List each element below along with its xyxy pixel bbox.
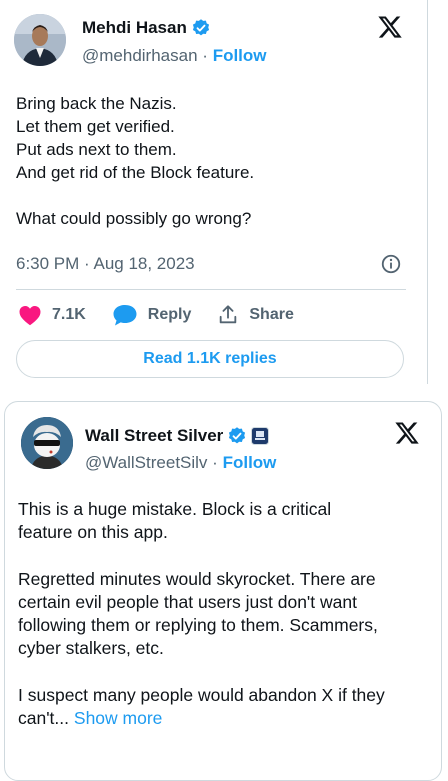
timestamp[interactable]: 6:30 PM · Aug 18, 2023 bbox=[16, 253, 195, 275]
avatar[interactable] bbox=[21, 417, 73, 469]
separator: · bbox=[202, 46, 208, 65]
follow-button[interactable]: Follow bbox=[213, 46, 267, 65]
tweet-line: And get rid of the Block feature. bbox=[16, 163, 255, 182]
info-icon[interactable] bbox=[380, 253, 402, 275]
truncated-text: can't... bbox=[18, 708, 70, 729]
tweet-line: cyber stalkers, etc. bbox=[18, 638, 164, 659]
follow-button[interactable]: Follow bbox=[223, 453, 277, 472]
tweet-line: certain evil people that users just don'… bbox=[18, 591, 357, 612]
tweet-line: Bring back the Nazis. bbox=[16, 94, 177, 113]
tweet-line: Let them get verified. bbox=[16, 117, 175, 136]
like-button[interactable]: 7.1K bbox=[18, 304, 86, 326]
x-logo-icon[interactable] bbox=[394, 420, 420, 446]
avatar-illustration bbox=[21, 417, 73, 469]
handle[interactable]: @WallStreetSilv bbox=[85, 453, 207, 472]
author-name-line[interactable]: Mehdi Hasan bbox=[82, 17, 211, 39]
show-more-link[interactable]: Show more bbox=[74, 708, 163, 728]
tweet-card-wall-street-silver: Wall Street Silver @WallStreetSilv · Fol… bbox=[4, 401, 442, 781]
reply-bubble-icon bbox=[113, 305, 137, 326]
tweet-text: Bring back the Nazis. Let them get verif… bbox=[16, 92, 254, 230]
tweet-text: This is a huge mistake. Block is a criti… bbox=[18, 498, 385, 730]
heart-icon bbox=[19, 306, 41, 326]
tweet-card-mehdi-hasan: Mehdi Hasan @mehdirhasan · Follow Bring … bbox=[0, 0, 428, 384]
share-icon bbox=[220, 305, 237, 324]
author-name[interactable]: Mehdi Hasan bbox=[82, 17, 187, 39]
separator: · bbox=[212, 453, 218, 472]
share-label: Share bbox=[249, 306, 294, 323]
verified-badge-icon bbox=[229, 427, 246, 444]
avatar[interactable] bbox=[14, 14, 66, 66]
read-replies-button[interactable]: Read 1.1K replies bbox=[16, 340, 404, 378]
author-name-line[interactable]: Wall Street Silver bbox=[85, 425, 270, 447]
author-name[interactable]: Wall Street Silver bbox=[85, 425, 223, 447]
x-logo-icon[interactable] bbox=[377, 14, 403, 40]
tweet-line: This is a huge mistake. Block is a criti… bbox=[18, 499, 332, 519]
reply-button[interactable]: Reply bbox=[112, 303, 192, 327]
tweet-last-line: can't... Show more bbox=[18, 707, 385, 730]
handle-line: @mehdirhasan · Follow bbox=[82, 45, 267, 67]
like-count: 7.1K bbox=[52, 306, 86, 323]
tweet-line: What could possibly go wrong? bbox=[16, 209, 252, 228]
tweet-line: Put ads next to them. bbox=[16, 140, 177, 159]
tweet-line: I suspect many people would abandon X if… bbox=[18, 684, 385, 705]
avatar-photo bbox=[14, 14, 66, 66]
tweet-line: following them or replying to them. Scam… bbox=[18, 615, 378, 636]
divider bbox=[16, 289, 406, 290]
verified-badge-icon bbox=[192, 19, 209, 36]
handle-line: @WallStreetSilv · Follow bbox=[85, 452, 276, 474]
tweet-line: feature on this app. bbox=[18, 522, 168, 543]
tweet-line: Regretted minutes would skyrocket. There… bbox=[18, 568, 376, 589]
handle[interactable]: @mehdirhasan bbox=[82, 46, 198, 65]
affiliate-badge-icon bbox=[251, 427, 270, 445]
share-button[interactable]: Share bbox=[217, 304, 294, 326]
action-bar: 7.1K Reply Share bbox=[18, 302, 294, 328]
reply-label: Reply bbox=[147, 306, 192, 323]
